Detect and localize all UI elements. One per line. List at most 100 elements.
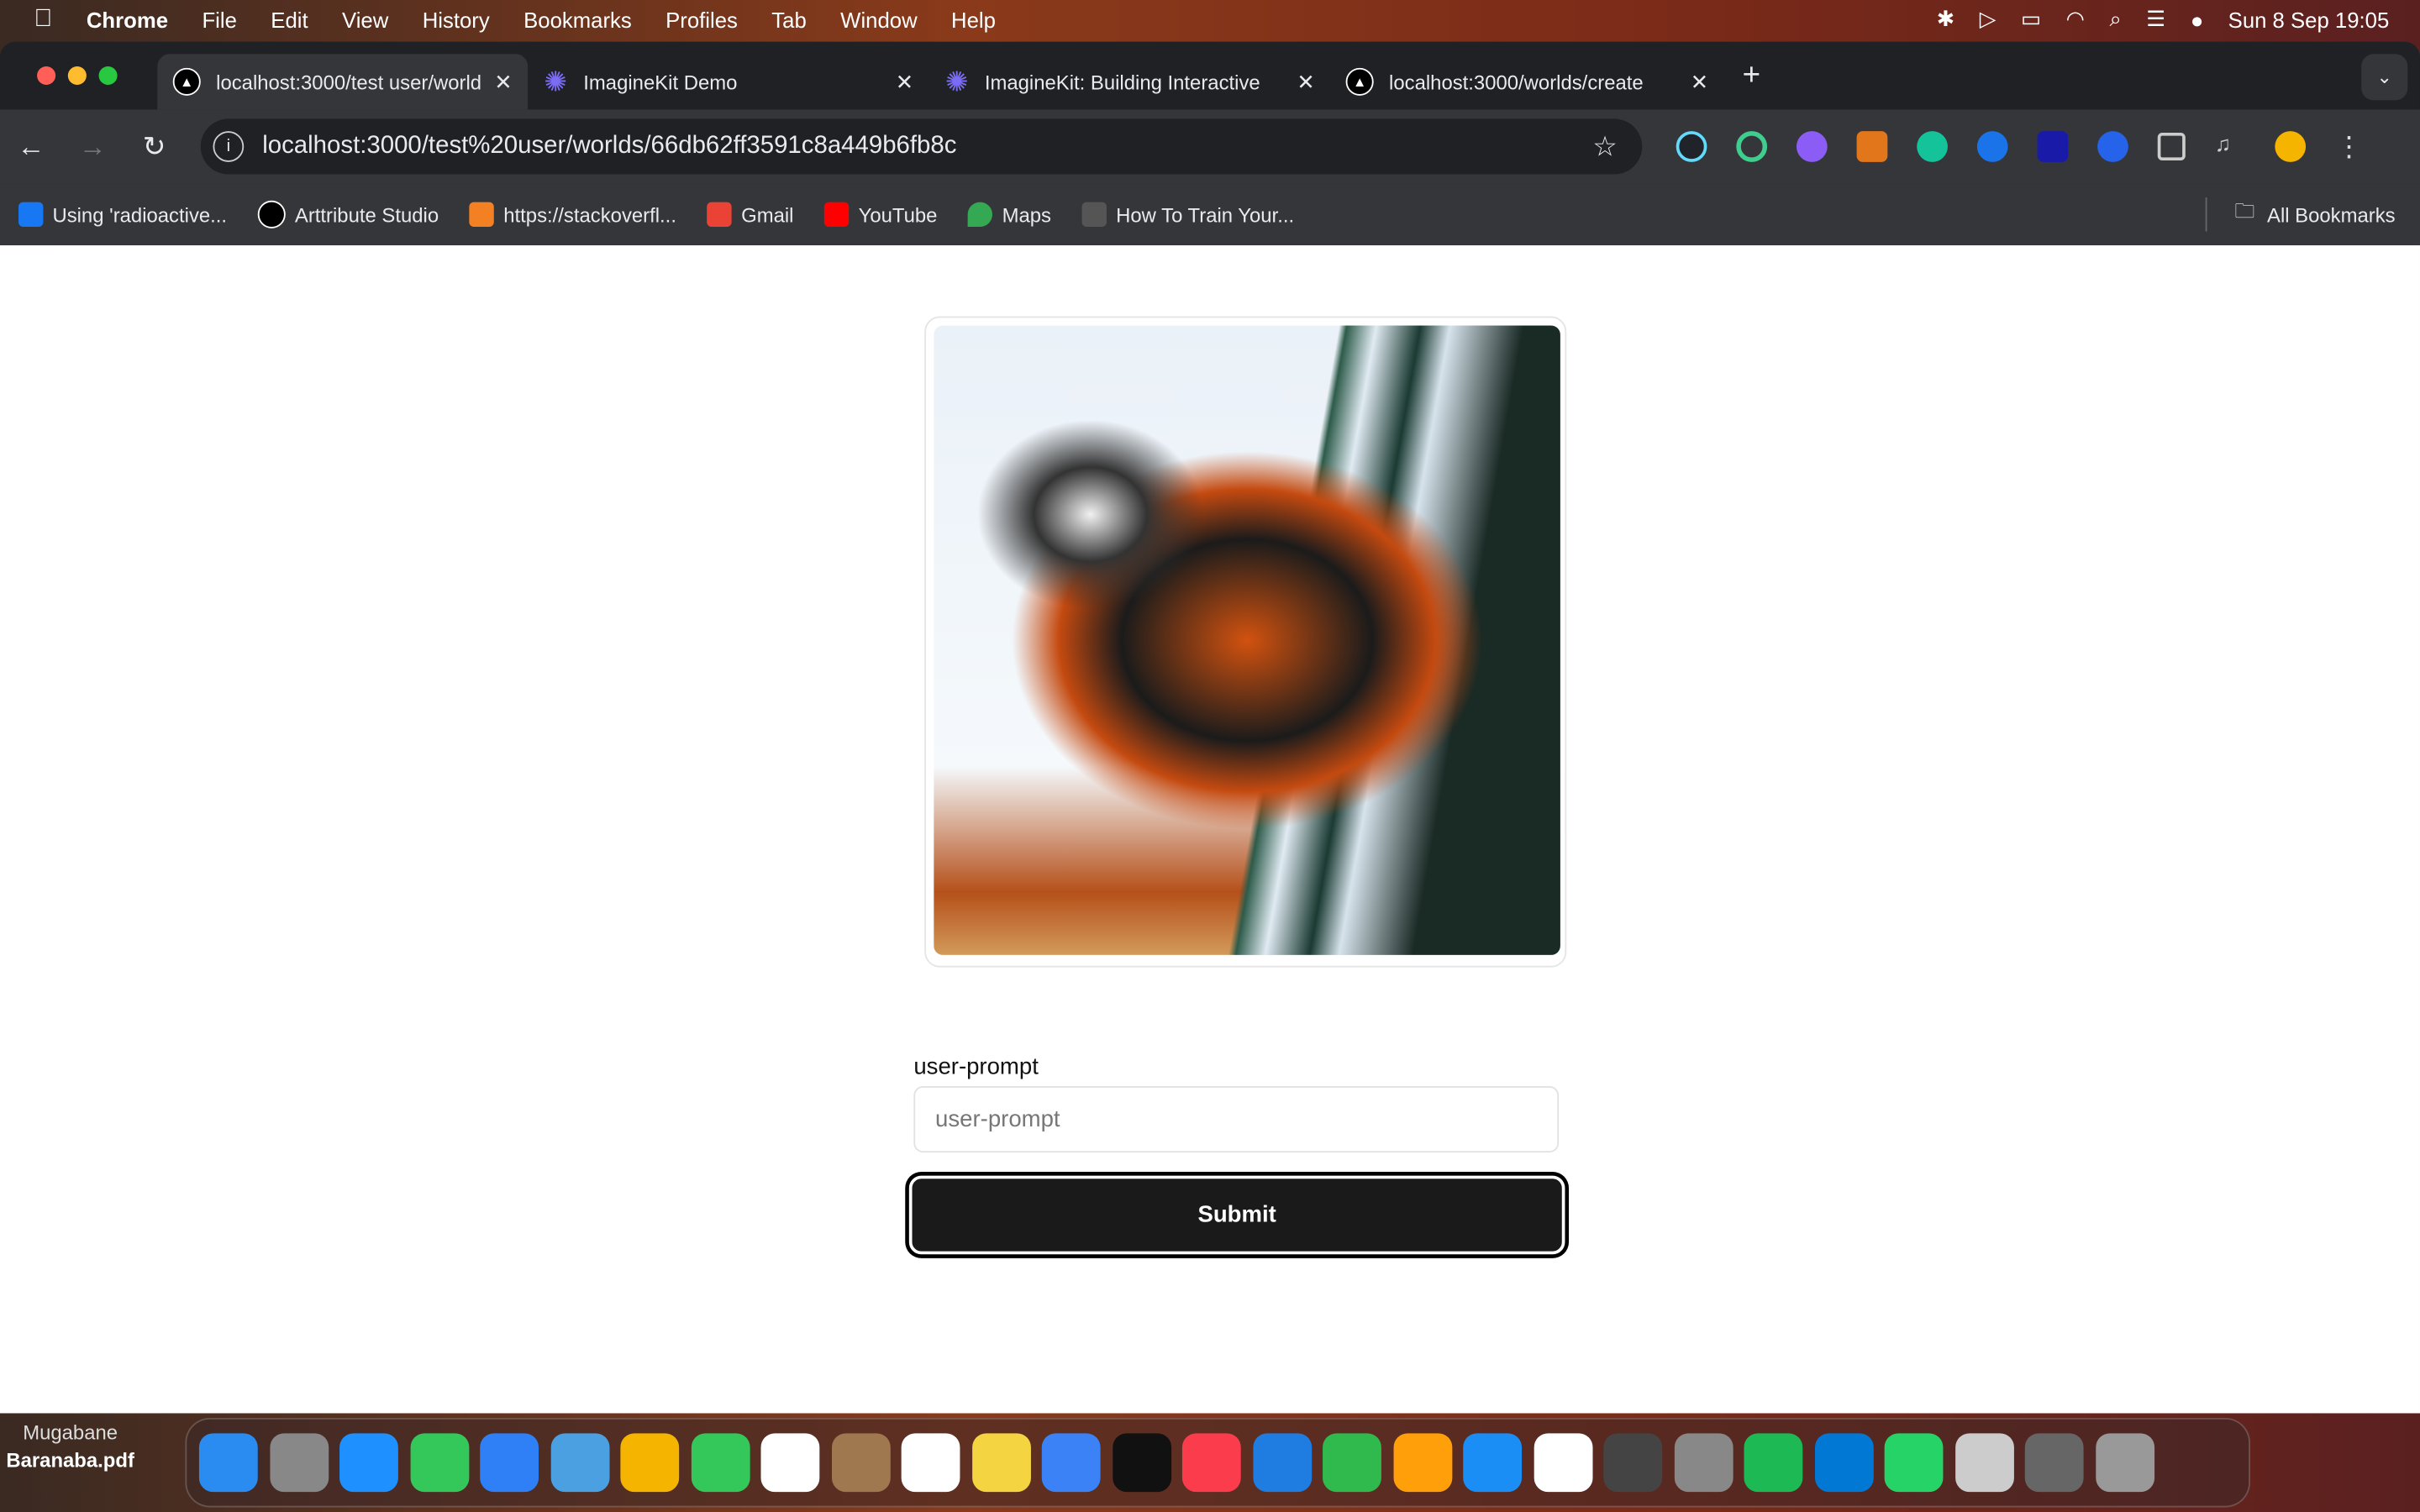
menu-kebab-icon[interactable]: ⋮ [2335,130,2363,163]
dock-photos-icon[interactable] [620,1433,680,1493]
dock-contacts-icon[interactable] [831,1433,890,1493]
close-tab-icon[interactable]: ✕ [1297,69,1315,95]
dock-preview-icon[interactable] [1954,1433,2014,1493]
dock-music-icon[interactable] [1181,1433,1241,1493]
stackoverflow-icon [469,202,495,227]
bookmark-star-icon[interactable]: ☆ [1592,130,1618,163]
grammarly-icon[interactable] [1917,131,1948,162]
tab-2[interactable]: ✺ ImagineKit Demo ✕ [528,54,929,109]
dock-keynote-icon[interactable] [1252,1433,1312,1493]
menu-profiles[interactable]: Profiles [666,7,738,31]
user-prompt-input[interactable] [913,1086,1560,1153]
maximize-window-button[interactable] [98,66,118,86]
address-bar[interactable]: i localhost:3000/test%20user/worlds/66db… [200,118,1643,175]
extension-icon[interactable] [2097,131,2128,162]
menu-history[interactable]: History [423,7,490,31]
new-tab-button[interactable]: + [1743,58,1760,93]
all-bookmarks-button[interactable]: 🗀 All Bookmarks [2205,197,2420,232]
dock-mail-icon[interactable] [480,1433,539,1493]
dock-facetime-icon[interactable] [690,1433,750,1493]
dock-calendar-icon[interactable] [760,1433,820,1493]
submit-button[interactable]: Submit [908,1175,1565,1255]
siri-icon[interactable]: ● [2191,7,2204,31]
extensions-puzzle-icon[interactable] [2157,132,2186,161]
menu-help[interactable]: Help [951,7,996,31]
menu-bookmarks[interactable]: Bookmarks [523,7,632,31]
dock-finder-icon[interactable] [198,1433,258,1493]
profile-avatar[interactable] [2275,131,2307,162]
bookmark-5[interactable]: YouTube [824,202,937,227]
play-icon[interactable]: ▷ [1980,6,1996,32]
tab-3[interactable]: ✺ ImagineKit: Building Interactive ✕ [929,54,1331,109]
menu-window[interactable]: Window [840,7,917,31]
status-asterisk-icon[interactable]: ✱ [1937,6,1955,32]
menu-app[interactable]: Chrome [87,7,168,31]
media-control-icon[interactable]: ♫ [2215,131,2246,162]
apple-icon[interactable]:  [34,5,52,33]
dock-app-store-icon[interactable] [1463,1433,1523,1493]
bookmark-7[interactable]: How To Train Your... [1081,202,1294,227]
url-text[interactable]: localhost:3000/test%20user/worlds/66db62… [262,133,1592,160]
react-devtools-icon[interactable] [1676,131,1707,162]
control-center-icon[interactable]: ☰ [2146,6,2165,32]
menu-edit[interactable]: Edit [271,7,308,31]
menu-tab[interactable]: Tab [771,7,806,31]
extension-icon[interactable] [1736,131,1768,162]
meta-icon [18,202,44,227]
dock-notes-icon[interactable] [971,1433,1031,1493]
dock-vs-code-icon[interactable] [1814,1433,1873,1493]
toolbar: ← → ↻ i localhost:3000/test%20user/world… [0,109,2420,184]
dock-reminders-icon[interactable] [901,1433,960,1493]
file-name-line1: Mugabane [23,1420,118,1445]
dock-maps-icon[interactable] [550,1433,609,1493]
tab-title: localhost:3000/worlds/create [1389,70,1644,94]
page-content: user-prompt Submit [0,245,2420,1414]
wifi-icon[interactable]: ◠ [2066,6,2085,32]
close-tab-icon[interactable]: ✕ [494,69,513,95]
tab-1[interactable]: ▲ localhost:3000/test user/worlds ✕ [157,54,529,110]
bookmark-2[interactable]: Arttribute Studio [257,200,439,228]
search-icon[interactable]: ⌕ [2109,6,2121,32]
dock-gimp-icon[interactable] [1603,1433,1663,1493]
dock-trash-icon[interactable] [2095,1433,2154,1493]
tab-title: ImagineKit Demo [583,70,738,94]
dock-help-icon[interactable] [2024,1433,2084,1493]
dock-messages-icon[interactable] [409,1433,469,1493]
back-button[interactable]: ← [0,130,61,163]
metamask-icon[interactable] [1856,131,1888,162]
bookmark-1[interactable]: Using 'radioactive... [18,202,227,227]
close-tab-icon[interactable]: ✕ [1691,69,1709,95]
forward-button[interactable]: → [61,130,123,163]
folder-icon: 🗀 [2234,198,2255,223]
dock-whatsapp-icon[interactable] [1884,1433,1944,1493]
file-name-line2: Baranaba.pdf [6,1448,134,1473]
battery-icon[interactable]: ▭ [2021,6,2041,32]
desktop-file[interactable]: Mugabane Baranaba.pdf [6,1420,134,1475]
dock-launchpad-icon[interactable] [269,1433,329,1493]
tab-search-chevron-icon[interactable]: ⌄ [2361,54,2408,101]
dock-numbers-icon[interactable] [1323,1433,1381,1493]
dock-system-settings-icon[interactable] [1673,1433,1733,1493]
bookmark-4[interactable]: Gmail [707,202,793,227]
reload-button[interactable]: ↻ [124,130,185,163]
extension-icon[interactable] [1796,131,1828,162]
extension-icon[interactable] [2037,131,2069,162]
dock-spotify-icon[interactable] [1744,1433,1803,1493]
menu-view[interactable]: View [342,7,388,31]
close-tab-icon[interactable]: ✕ [896,69,914,95]
minimize-window-button[interactable] [67,66,87,86]
extension-icon[interactable] [1976,131,2008,162]
clock[interactable]: Sun 8 Sep 19:05 [2228,7,2390,31]
bookmark-3[interactable]: https://stackoverfl... [469,202,676,227]
dock-tv-icon[interactable] [1112,1433,1171,1493]
dock-pages-icon[interactable] [1392,1433,1452,1493]
site-info-icon[interactable]: i [213,131,245,162]
tab-4[interactable]: ▲ localhost:3000/worlds/create ✕ [1330,54,1723,109]
bookmark-6[interactable]: Maps [968,202,1051,227]
close-window-button[interactable] [37,66,56,86]
dock-chrome-icon[interactable] [1533,1433,1592,1493]
gmail-icon [707,202,733,227]
dock-safari-icon[interactable] [339,1433,398,1493]
dock-freeform-icon[interactable] [1041,1433,1101,1493]
menu-file[interactable]: File [202,7,236,31]
